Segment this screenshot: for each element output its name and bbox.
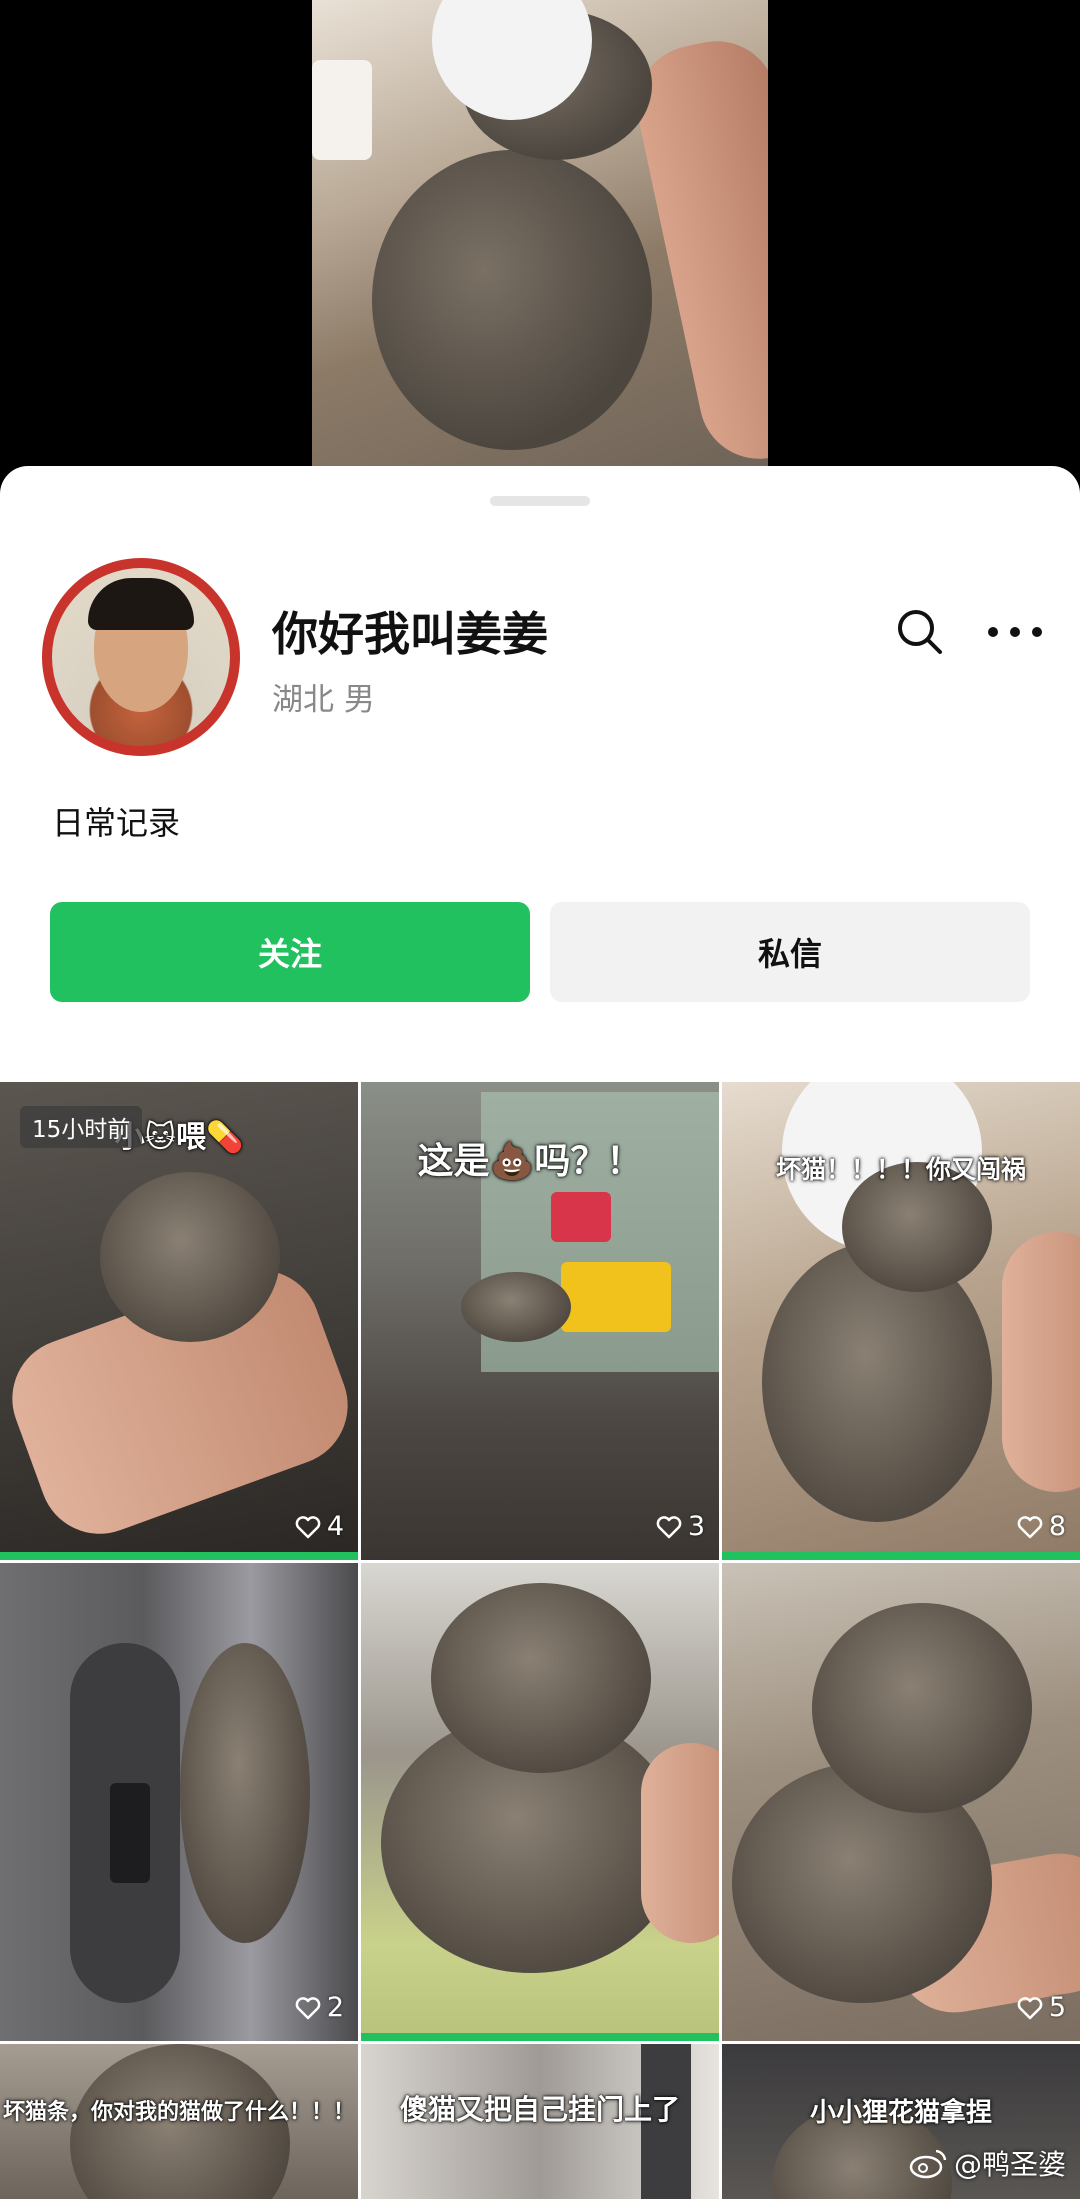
grid-item[interactable] [361, 1563, 719, 2041]
heart-icon [295, 1996, 321, 2019]
sheet-grabber[interactable] [490, 496, 590, 506]
watched-bar [722, 1552, 1080, 1560]
avatar-image [52, 568, 230, 746]
tile-caption: 坏猫！！！！你又闯祸 [775, 1155, 1026, 1184]
video-mug [312, 60, 372, 160]
heart-icon [1017, 1996, 1043, 2019]
tile-cat-head [431, 1583, 651, 1773]
like-count: 8 [1017, 1511, 1066, 1542]
search-icon[interactable] [890, 602, 950, 662]
grid-item[interactable]: 2 [0, 1563, 358, 2041]
tile-hand [1002, 1232, 1080, 1492]
profile-name: 你好我叫姜姜 [272, 607, 548, 661]
message-button[interactable]: 私信 [550, 902, 1030, 1002]
tile-cat [100, 1172, 280, 1342]
avatar[interactable] [42, 558, 240, 756]
tile-caption: 坏猫条，你对我的猫做了什么！！！ [2, 2100, 355, 2125]
like-count: 3 [656, 1511, 705, 1542]
screen: 你好我叫姜姜 湖北 男 日常记录 关注 私信 小🐱喂💊 15小时前 4 这是💩吗… [0, 0, 1080, 2199]
like-count: 2 [295, 1992, 344, 2023]
like-count: 4 [295, 1511, 344, 1542]
more-icon[interactable] [980, 602, 1050, 662]
grid-item[interactable]: 坏猫条，你对我的猫做了什么！！！ [0, 2044, 358, 2199]
weibo-icon [909, 2149, 947, 2179]
watermark: @鸭圣婆 [908, 2143, 1066, 2183]
watched-bar [0, 1552, 358, 1560]
tile-red-box [551, 1192, 611, 1242]
tile-lock [110, 1783, 150, 1883]
profile-bio: 日常记录 [52, 804, 181, 842]
tile-cat-paw [180, 1643, 310, 1943]
tile-cat [461, 1272, 571, 1342]
heart-icon [656, 1515, 682, 1538]
tile-hand [641, 1743, 719, 1943]
profile-meta: 湖北 男 [272, 682, 375, 718]
grid-item[interactable]: 这是💩吗？！ 3 [361, 1082, 719, 1560]
grid-item[interactable]: 傻猫又把自己挂门上了 [361, 2044, 719, 2199]
tile-cat-head [812, 1603, 1032, 1813]
grid-item[interactable]: 5 [722, 1563, 1080, 2041]
tile-cat-body [762, 1242, 992, 1522]
tile-caption: 这是💩吗？！ [417, 1141, 643, 1182]
tile-bucket [561, 1262, 671, 1332]
heart-icon [1017, 1515, 1043, 1538]
grid-item[interactable]: 坏猫！！！！你又闯祸 8 [722, 1082, 1080, 1560]
video-player[interactable] [312, 0, 768, 466]
heart-icon [295, 1515, 321, 1538]
time-badge: 15小时前 [20, 1106, 143, 1148]
tile-caption: 小小狸花猫拿捏 [809, 2098, 992, 2128]
video-cat-body [372, 150, 652, 450]
avatar-hair [88, 578, 194, 630]
tile-caption: 傻猫又把自己挂门上了 [399, 2093, 680, 2126]
video-grid: 小🐱喂💊 15小时前 4 这是💩吗？！ 3 坏猫！！！！你又闯祸 8 2 5 坏… [0, 1082, 1080, 2199]
grid-item[interactable]: 小🐱喂💊 15小时前 4 [0, 1082, 358, 1560]
watched-bar [361, 2033, 719, 2041]
like-count: 5 [1017, 1992, 1066, 2023]
follow-button[interactable]: 关注 [50, 902, 530, 1002]
